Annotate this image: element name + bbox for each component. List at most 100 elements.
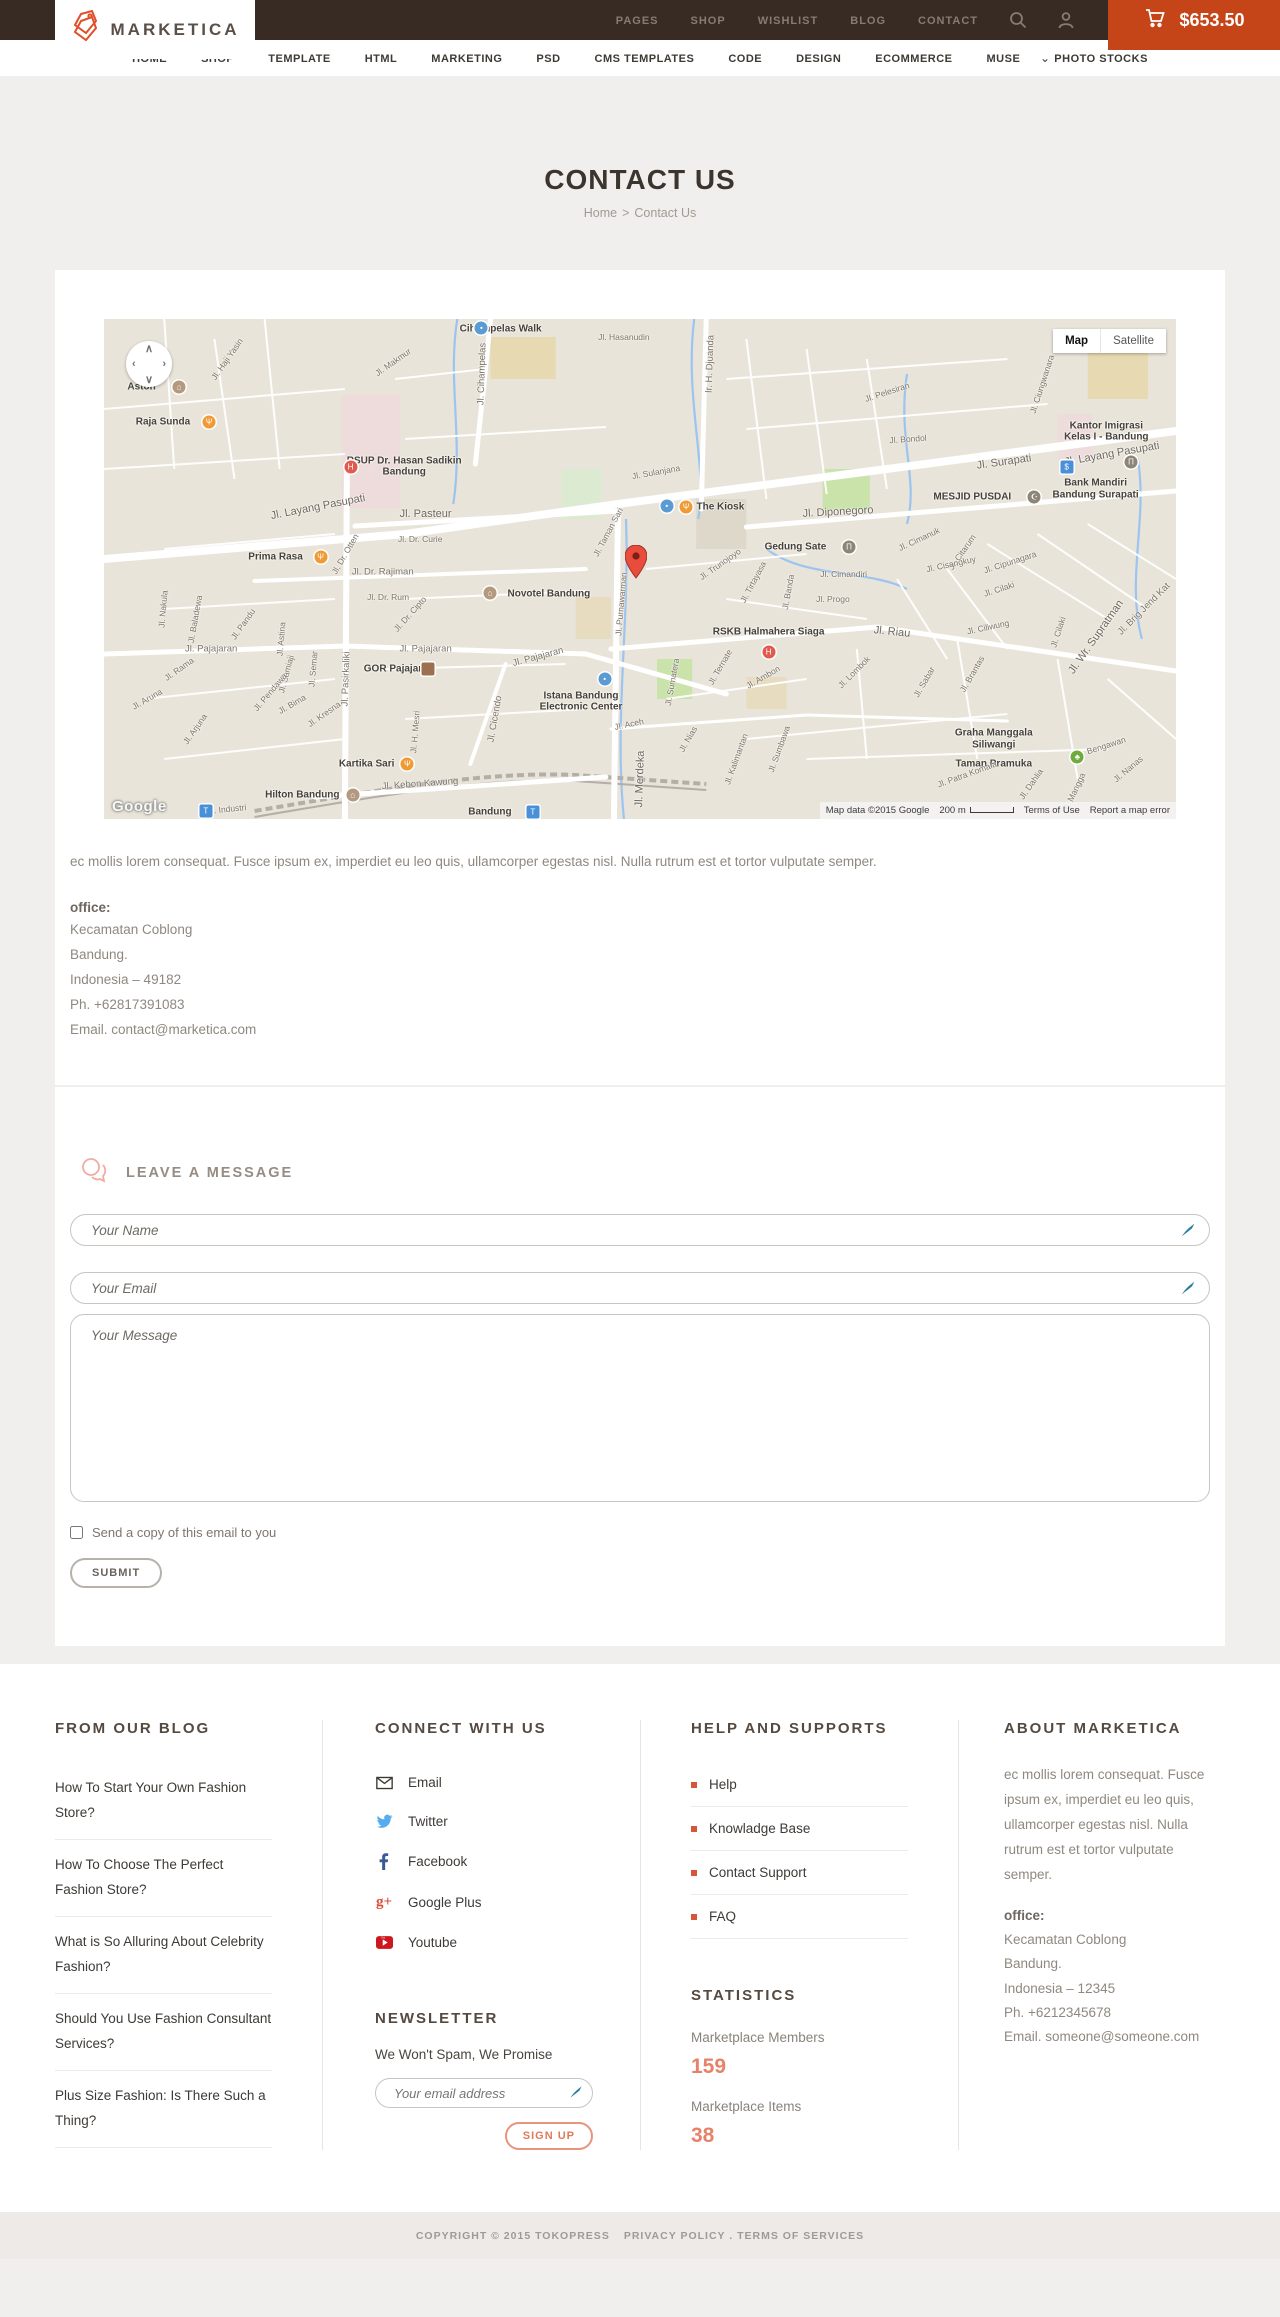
hospital-poi-icon: H — [344, 460, 358, 473]
pan-right-icon[interactable]: › — [162, 358, 166, 370]
cart-button[interactable]: $653.50 — [1108, 0, 1280, 50]
main-nav-item[interactable]: DESIGN — [796, 49, 841, 67]
page-title: CONTACT US — [544, 164, 736, 195]
lodging-poi-icon: ⌂ — [346, 788, 360, 802]
contact-card: Cihampelas Walk Jl. Hasanudin Jl. Haji Yas… — [55, 270, 1225, 1086]
social-link-twitter[interactable]: Twitter — [375, 1802, 590, 1841]
bottom-bar: COPYRIGHT © 2015 TOKOPRESS PRIVACY POLIC… — [0, 2212, 1280, 2260]
about-office-line: Indonesia – 12345 — [1004, 1980, 1116, 1996]
social-label: Facebook — [408, 1854, 468, 1870]
about-office-address: Kecamatan Coblong Bandung. Indonesia – 123… — [1004, 1928, 1225, 2049]
pen-icon — [569, 2085, 583, 2104]
name-input[interactable] — [70, 1214, 1210, 1247]
email-input[interactable] — [70, 1272, 1210, 1305]
office-line: Indonesia – 49182 — [70, 972, 182, 988]
chevron-down-icon[interactable]: ⌄ — [1040, 51, 1050, 65]
main-nav-item[interactable]: ECOMMERCE — [875, 49, 952, 67]
facebook-icon — [375, 1853, 393, 1871]
social-label: Youtube — [408, 1935, 458, 1951]
submit-button[interactable]: SUBMIT — [70, 1558, 163, 1589]
help-link[interactable]: FAQ — [691, 1895, 908, 1940]
newsletter-email-input[interactable] — [375, 2078, 593, 2109]
pan-up-icon[interactable]: ∧ — [145, 342, 153, 355]
main-nav-item[interactable]: MARKETING — [431, 49, 502, 67]
header-nav-item[interactable]: WISHLIST — [758, 11, 819, 29]
map-type-satellite-button[interactable]: Satellite — [1101, 329, 1166, 353]
header-nav-item[interactable]: SHOP — [691, 11, 726, 29]
train-poi-icon: T — [199, 804, 213, 817]
about-office-line: Email. someone@someone.com — [1004, 2029, 1200, 2045]
help-link[interactable]: Help — [691, 1763, 908, 1808]
bullet-icon — [691, 1825, 697, 1832]
pan-down-icon[interactable]: ∨ — [145, 373, 153, 386]
members-label: Marketplace Members — [691, 2030, 825, 2046]
social-link-facebook[interactable]: Facebook — [375, 1841, 590, 1882]
google-map[interactable]: Cihampelas Walk Jl. Hasanudin Jl. Haji Yas… — [104, 319, 1176, 819]
place-poi-icon: • — [598, 672, 612, 686]
main-nav-item[interactable]: TEMPLATE — [268, 49, 330, 67]
blog-link[interactable]: Plus Size Fashion: Is There Such a Thing… — [55, 2071, 272, 2148]
map-attribution: Map data ©2015 Google 200 m Terms of Use… — [819, 802, 1176, 819]
main-nav-item[interactable]: PHOTO STOCKS — [1054, 49, 1148, 67]
dining-poi-icon: Ψ — [202, 415, 216, 428]
site-logo[interactable]: MARKETICA — [55, 0, 255, 59]
email-icon — [375, 1776, 393, 1790]
header-nav-item[interactable]: CONTACT — [918, 11, 978, 29]
map-type-map-button[interactable]: Map — [1053, 329, 1102, 353]
park-poi-icon: ♣ — [1070, 750, 1084, 763]
train-poi-icon: T — [526, 805, 540, 819]
google-logo: Google — [112, 798, 167, 815]
about-office-line: Kecamatan Coblong — [1004, 1932, 1127, 1948]
bullet-icon — [691, 1781, 697, 1788]
blog-link[interactable]: What is So Alluring About Celebrity Fash… — [55, 1917, 272, 1994]
map-type-control: Map Satellite — [1053, 329, 1166, 353]
social-link-google-plus[interactable]: g+ Google Plus — [375, 1882, 590, 1923]
newsletter-heading: NEWSLETTER — [375, 2010, 499, 2028]
museum-poi-icon: Π — [1124, 455, 1138, 469]
lodging-poi-icon: ⌂ — [172, 380, 186, 393]
send-copy-row: Send a copy of this email to you — [70, 1525, 1210, 1540]
cart-icon — [1143, 6, 1167, 35]
poi-icon — [421, 662, 435, 676]
contact-intro: ec mollis lorem consequat. Fusce ipsum e… — [70, 854, 877, 869]
social-link-email[interactable]: Email — [375, 1763, 590, 1802]
help-link[interactable]: Contact Support — [691, 1851, 908, 1896]
help-link[interactable]: Knowladge Base — [691, 1807, 908, 1852]
main-nav-item[interactable]: PSD — [536, 49, 560, 67]
pan-left-icon[interactable]: ‹ — [132, 358, 136, 370]
logo-text: MARKETICA — [110, 19, 240, 39]
main-nav-item[interactable]: CODE — [728, 49, 762, 67]
about-office-label: office: — [1004, 1907, 1045, 1923]
main-nav-item[interactable]: HTML — [365, 49, 398, 67]
map-pan-control[interactable]: ∧ ∨ ‹ › — [126, 341, 172, 387]
place-poi-icon: • — [660, 499, 674, 512]
header-nav-item[interactable]: BLOG — [850, 11, 886, 29]
social-list: Email Twitter Facebook g+ Google Plus You Yout… — [375, 1763, 590, 1962]
twitter-icon — [375, 1814, 393, 1829]
office-label: office: — [70, 899, 111, 915]
user-icon[interactable] — [1056, 10, 1076, 30]
about-office-line: Bandung. — [1004, 1956, 1062, 1972]
terms-of-use-link[interactable]: Terms of Use — [1024, 805, 1080, 816]
blog-link[interactable]: How To Choose The Perfect Fashion Store? — [55, 1840, 272, 1917]
social-link-youtube[interactable]: You Youtube — [375, 1923, 590, 1962]
signup-button[interactable]: SIGN UP — [504, 2122, 593, 2151]
main-nav-item[interactable]: CMS TEMPLATES — [595, 49, 695, 67]
breadcrumb-home[interactable]: Home — [584, 206, 617, 220]
svg-text:You: You — [380, 1937, 385, 1940]
blog-link[interactable]: How To Start Your Own Fashion Store? — [55, 1763, 272, 1840]
report-map-error-link[interactable]: Report a map error — [1090, 805, 1170, 816]
main-nav-item[interactable]: MUSE — [987, 49, 1021, 67]
message-textarea[interactable] — [70, 1314, 1210, 1503]
search-icon[interactable] — [1008, 10, 1028, 30]
legal-links[interactable]: PRIVACY POLICY . TERMS OF SERVICES — [624, 2230, 864, 2242]
members-value: 159 — [691, 2055, 727, 2079]
newsletter-note: We Won't Spam, We Promise — [375, 2047, 553, 2063]
about-text: ec mollis lorem consequat. Fusce ipsum e… — [1004, 1767, 1205, 1882]
map-scalebar — [969, 807, 1014, 813]
header-nav-item[interactable]: PAGES — [616, 11, 659, 29]
blog-link[interactable]: Should You Use Fashion Consultant Servic… — [55, 1994, 272, 2071]
top-header: MARKETICA PAGES SHOP WISHLIST BLOG CONTACT — [0, 0, 1280, 59]
send-copy-checkbox[interactable] — [70, 1526, 83, 1540]
connect-heading: CONNECT WITH US — [375, 1720, 547, 1738]
